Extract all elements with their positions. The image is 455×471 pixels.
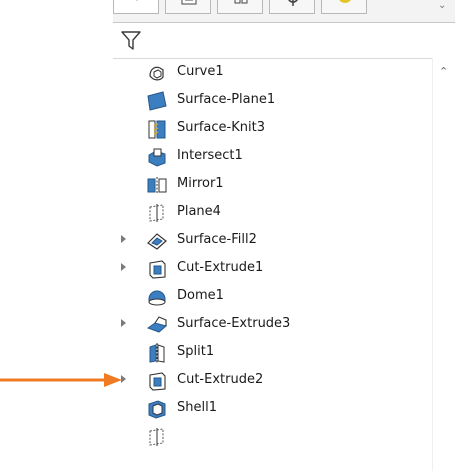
tree-item-label: Surface-Extrude3 xyxy=(177,316,291,331)
tree-item-label: Surface-Plane1 xyxy=(177,92,276,107)
surface-fill-icon xyxy=(147,233,167,250)
panel-tab-bar: ⌄ xyxy=(113,0,455,23)
tree-item-label: Plane4 xyxy=(177,204,221,219)
expand-arrow-icon[interactable] xyxy=(121,319,126,327)
mirror-icon xyxy=(147,177,167,194)
tree-item-label: Mirror1 xyxy=(177,176,224,191)
scroll-up-icon[interactable]: ⌃ xyxy=(439,66,448,77)
tree-item-dome1[interactable]: Dome1 xyxy=(113,283,433,311)
tab-feature-manager[interactable] xyxy=(113,0,159,14)
dome-icon xyxy=(148,290,166,306)
split-icon xyxy=(149,343,165,363)
tree-item-plane4[interactable]: Plane4 xyxy=(113,199,433,227)
tree-item-curve1[interactable]: Curve1 xyxy=(113,59,433,87)
tree-item-label: Cut-Extrude1 xyxy=(177,260,264,275)
tab-property-manager[interactable] xyxy=(165,0,211,14)
configuration-manager-icon xyxy=(234,0,248,4)
surface-plane-icon xyxy=(147,91,167,111)
tree-item-surface-plane1[interactable]: Surface-Plane1 xyxy=(113,87,433,115)
cut-extrude-icon xyxy=(149,372,166,391)
plane-icon xyxy=(149,428,164,446)
tree-item-cut-extrude1[interactable]: Cut-Extrude1 xyxy=(113,255,433,283)
tree-item-label: Cut-Extrude2 xyxy=(177,372,264,387)
filter-bar xyxy=(113,24,455,59)
tab-dimxpert[interactable] xyxy=(269,0,315,14)
surface-knit-icon xyxy=(148,120,166,139)
filter-icon[interactable] xyxy=(120,29,142,53)
tree-item-split1[interactable]: Split1 xyxy=(113,339,433,367)
cut-extrude-icon xyxy=(149,260,166,279)
tree-item-label: Surface-Knit3 xyxy=(177,120,265,135)
feature-manager-icon xyxy=(136,0,138,1)
expand-arrow-icon[interactable] xyxy=(121,235,126,243)
vertical-scrollbar[interactable]: ⌃ xyxy=(432,58,455,471)
pointer-arrow-annotation xyxy=(0,373,122,387)
tree-item-label: Surface-Fill2 xyxy=(177,232,257,247)
shell-icon xyxy=(148,400,166,419)
tree-item-surface-knit3[interactable]: Surface-Knit3 xyxy=(113,115,433,143)
tree-item-shell1[interactable]: Shell1 xyxy=(113,395,433,423)
tab-configuration-manager[interactable] xyxy=(217,0,263,14)
tree-item-label: Intersect1 xyxy=(177,148,243,163)
dimxpert-icon xyxy=(288,0,298,6)
surface-extrude-icon xyxy=(146,316,168,333)
tree-item-label: Dome1 xyxy=(177,288,224,303)
tabs-chevron-down-icon[interactable]: ⌄ xyxy=(438,0,446,11)
feature-manager-panel: ⌄ ⌃ Curve1 Surface-Plane1 Surface-Knit3 … xyxy=(113,0,455,471)
tree-item-label: Curve1 xyxy=(177,64,224,79)
property-manager-icon xyxy=(181,0,197,5)
tab-display-manager[interactable] xyxy=(321,0,367,14)
display-manager-icon xyxy=(339,0,351,3)
tree-item-partial[interactable] xyxy=(113,423,433,451)
intersect-icon xyxy=(148,148,166,167)
tree-item-label: Shell1 xyxy=(177,400,217,415)
expand-arrow-icon[interactable] xyxy=(121,263,126,271)
tree-item-intersect1[interactable]: Intersect1 xyxy=(113,143,433,171)
tree-item-label: Split1 xyxy=(177,344,215,359)
tree-item-cut-extrude2[interactable]: Cut-Extrude2 xyxy=(113,367,433,395)
plane-icon xyxy=(149,204,164,222)
tree-item-surface-fill2[interactable]: Surface-Fill2 xyxy=(113,227,433,255)
curve-icon xyxy=(149,66,164,81)
tree-item-surface-extrude3[interactable]: Surface-Extrude3 xyxy=(113,311,433,339)
tree-item-mirror1[interactable]: Mirror1 xyxy=(113,171,433,199)
